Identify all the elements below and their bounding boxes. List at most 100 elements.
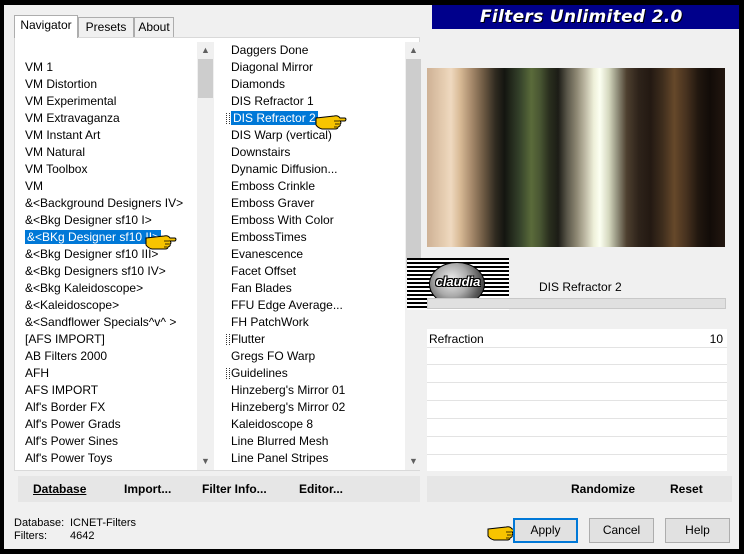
editor-button[interactable]: Editor... [299,476,343,502]
category-item-label: VM Extravaganza [25,111,120,125]
scroll-up-arrow-icon[interactable]: ▲ [197,42,214,59]
filter-list-item[interactable]: Emboss Graver [222,195,314,212]
filter-list-item[interactable]: Gregs FO Warp [222,348,315,365]
category-list-item[interactable]: Alf's Border FX [22,399,105,416]
category-list-item[interactable]: &<BKg Designer sf10 II> [22,229,162,246]
filter-info-button-label: Filter Info... [202,482,267,496]
logo-text: claudia [435,274,481,289]
filter-list-item[interactable]: Line Panel Stripes [222,450,328,467]
editor-button-label: Editor... [299,482,344,496]
cancel-button[interactable]: Cancel [589,518,654,543]
category-list-item[interactable]: VM Experimental [22,93,116,110]
category-item-label: VM 1 [25,60,54,74]
filter-item-label: Emboss Graver [231,196,315,210]
category-list-item[interactable]: VM Distortion [22,76,97,93]
category-list-item[interactable]: VM Toolbox [22,161,87,178]
scroll-thumb[interactable] [198,59,213,98]
category-list-item[interactable]: &<Bkg Kaleidoscope> [22,280,143,297]
pointing-hand-icon [145,235,177,250]
scroll-down-arrow-icon[interactable]: ▼ [197,453,214,470]
category-list-item[interactable]: VM [22,178,43,195]
randomize-button[interactable]: Randomize [571,476,635,502]
category-list-item[interactable]: Alf's Power Grads [22,416,121,433]
category-list-item[interactable]: AFS IMPORT [22,382,98,399]
reset-button[interactable]: Reset [670,476,703,502]
category-list-item[interactable]: VM Natural [22,144,85,161]
category-item-label: [AFS IMPORT] [25,332,105,346]
filter-list-item[interactable]: Downstairs [222,144,290,161]
category-item-label: Alf's Power Toys [25,451,113,465]
category-list-item[interactable]: &<Background Designers IV> [22,195,183,212]
progress-bar [427,298,726,309]
parameter-label: Refraction [429,332,484,346]
filter-list-item[interactable]: Evanescence [222,246,303,263]
tab-navigator-label: Navigator [20,18,72,32]
filter-list-item[interactable]: DIS Refractor 2 [222,110,318,127]
category-list-item[interactable]: Alf's Power Toys [22,450,112,467]
filter-item-label: Guidelines [231,366,288,380]
expand-marker-icon [226,113,230,124]
category-list-item[interactable]: AB Filters 2000 [22,348,107,365]
category-item-label: AB Filters 2000 [25,349,108,363]
category-item-label: &<Bkg Designers sf10 IV> [25,264,166,278]
scroll-down-arrow-icon[interactable]: ▼ [405,453,422,470]
category-list-item[interactable]: &<Bkg Designer sf10 III> [22,246,158,263]
filter-list-item[interactable]: FFU Edge Average... [222,297,343,314]
tab-presets[interactable]: Presets [78,17,134,37]
filter-item-label: Fan Blades [231,281,292,295]
filter-list-item[interactable]: Hinzeberg's Mirror 02 [222,399,345,416]
filter-list-item[interactable]: EmbossTimes [222,229,307,246]
category-list[interactable]: VM 1 VM Distortion VM Experimental VM Extra… [22,42,197,470]
import-button[interactable]: Import... [124,476,171,502]
window-title: Filters Unlimited 2.0 [480,7,683,27]
category-list-item[interactable]: VM 1 [22,59,53,76]
parameter-row-refraction[interactable]: Refraction 10 [427,331,727,348]
filter-list-item[interactable]: FH PatchWork [222,314,309,331]
filter-list-item[interactable]: Guidelines [222,365,288,382]
filter-list-item[interactable]: Dynamic Diffusion... [222,161,337,178]
filter-list-item[interactable]: Diagonal Mirror [222,59,313,76]
category-list-item[interactable]: &<Kaleidoscope> [22,297,119,314]
filter-list-item[interactable]: Facet Offset [222,263,296,280]
filter-list-item[interactable]: Diamonds [222,76,285,93]
category-list-item[interactable]: VM Instant Art [22,127,100,144]
scroll-up-arrow-icon[interactable]: ▲ [405,42,422,59]
database-button[interactable]: Database [33,476,86,502]
category-scrollbar[interactable]: ▲ ▼ [197,42,214,470]
filter-scrollbar[interactable]: ▲ ▼ [405,42,422,470]
filter-item-label: Daggers Done [231,43,309,57]
category-list-item[interactable]: &<Bkg Designers sf10 IV> [22,263,166,280]
filter-list-item[interactable]: Fan Blades [222,280,292,297]
category-item-label: &<Background Designers IV> [25,196,184,210]
apply-button[interactable]: Apply [513,518,578,543]
category-item-label: Alf's Border FX [25,400,106,414]
filter-list-item[interactable]: DIS Refractor 1 [222,93,314,110]
filter-list-item[interactable]: Line Blurred Mesh [222,433,328,450]
filter-list-item[interactable]: Emboss With Color [222,212,334,229]
help-button[interactable]: Help [665,518,730,543]
category-list-item[interactable]: Alf's Power Sines [22,433,118,450]
category-list-item[interactable]: VM Extravaganza [22,110,120,127]
filter-info-button[interactable]: Filter Info... [202,476,267,502]
filter-list-item[interactable]: Kaleidoscope 8 [222,416,313,433]
category-list-item[interactable]: &<Bkg Designer sf10 I> [22,212,152,229]
filter-list[interactable]: Daggers Done Diagonal Mirror Diamonds DIS R… [222,42,405,470]
parameter-area: Refraction 10 [427,329,727,471]
parameter-row-empty [427,402,727,419]
category-item-label: &<BKg Designer sf10 II> [25,230,162,244]
scroll-thumb[interactable] [406,59,421,268]
category-item-label: &<Kaleidoscope> [25,298,120,312]
filter-list-item[interactable]: Flutter [222,331,265,348]
filter-list-item[interactable]: Emboss Crinkle [222,178,315,195]
filter-list-item[interactable]: Daggers Done [222,42,308,59]
category-list-item[interactable]: AFH [22,365,49,382]
filter-item-label: Downstairs [231,145,291,159]
tab-navigator[interactable]: Navigator [14,15,78,38]
expand-marker-icon [226,334,230,345]
filter-list-item[interactable]: Hinzeberg's Mirror 01 [222,382,345,399]
filter-item-label: Gregs FO Warp [231,349,316,363]
parameter-value[interactable]: 10 [710,332,723,346]
category-list-item[interactable]: &<Sandflower Specials^v^ > [22,314,176,331]
tab-about[interactable]: About [134,17,174,37]
category-list-item[interactable]: [AFS IMPORT] [22,331,105,348]
